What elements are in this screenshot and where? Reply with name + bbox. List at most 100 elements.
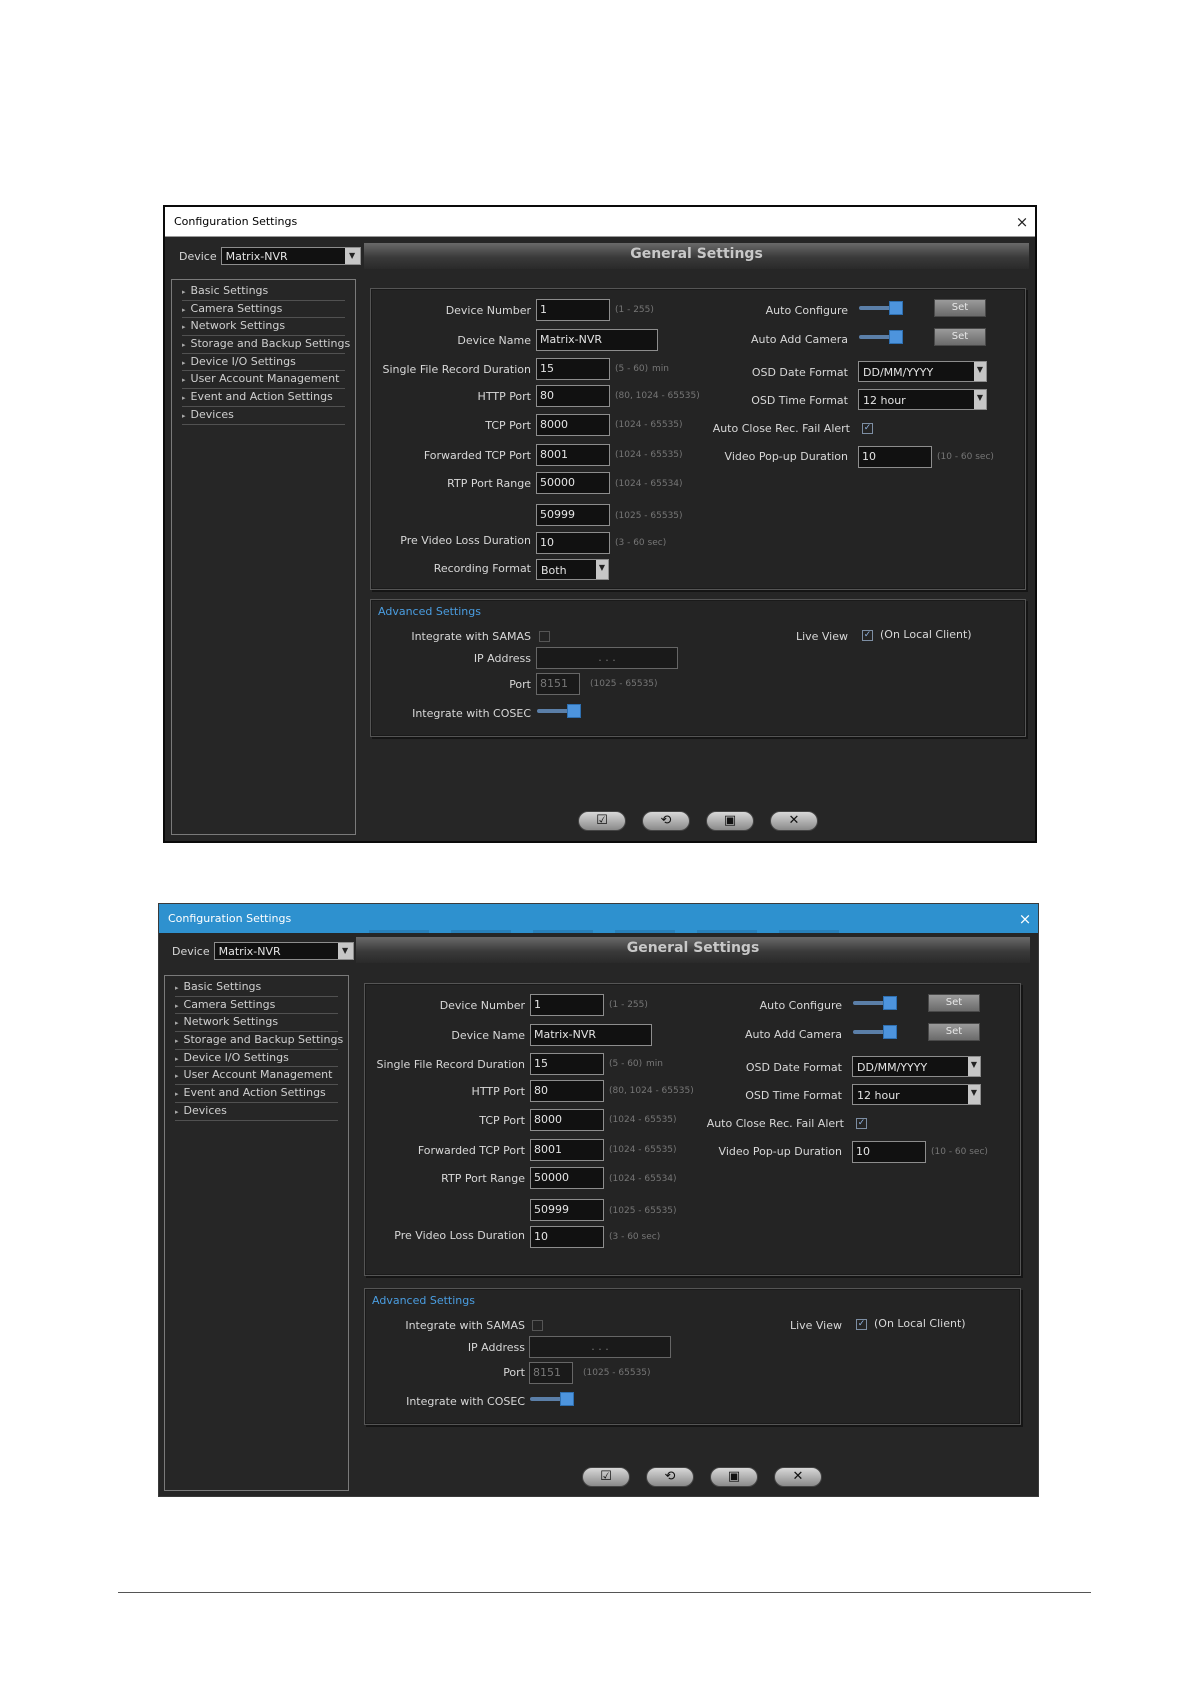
- nav-item-devices[interactable]: ▸ Devices: [175, 1103, 338, 1121]
- footer-divider: [118, 1592, 1091, 1593]
- nav-item-camera-settings[interactable]: ▸ Camera Settings: [182, 301, 345, 319]
- nav-item-devices[interactable]: ▸ Devices: [182, 407, 345, 425]
- close-icon[interactable]: ×: [1012, 910, 1038, 928]
- rtp-port-end-input[interactable]: 50999: [530, 1199, 604, 1221]
- device-name-input[interactable]: Matrix-NVR: [536, 329, 658, 351]
- device-name-input[interactable]: Matrix-NVR: [530, 1024, 652, 1046]
- osd-date-format-select[interactable]: DD/MM/YYYY ▼: [858, 361, 987, 382]
- chevron-down-icon[interactable]: ▼: [344, 248, 360, 264]
- auto-add-camera-toggle[interactable]: [853, 1025, 897, 1041]
- auto-configure-toggle[interactable]: [853, 996, 897, 1012]
- save-button[interactable]: ▣: [706, 811, 754, 831]
- nav-item-event-action[interactable]: ▸ Event and Action Settings: [182, 389, 345, 407]
- refresh-button[interactable]: ⟲: [646, 1467, 694, 1487]
- auto-add-camera-set-button[interactable]: Set: [928, 1023, 980, 1041]
- forwarded-tcp-port-input[interactable]: 8001: [536, 444, 610, 466]
- nav-item-basic-settings[interactable]: ▸ Basic Settings: [182, 283, 345, 301]
- nav-item-network-settings[interactable]: ▸ Network Settings: [182, 318, 345, 337]
- auto-configure-set-button[interactable]: Set: [928, 994, 980, 1012]
- osd-time-format-select[interactable]: 12 hour ▼: [858, 389, 987, 410]
- cancel-button[interactable]: ✕: [770, 811, 818, 831]
- nav-item-label: Basic Settings: [183, 980, 262, 993]
- osd-time-format-select[interactable]: 12 hour ▼: [852, 1084, 981, 1105]
- nav-item-user-account[interactable]: ▸ User Account Management: [182, 371, 345, 390]
- auto-configure-set-button[interactable]: Set: [934, 299, 986, 317]
- chevron-down-icon[interactable]: ▼: [968, 1057, 980, 1076]
- http-port-input[interactable]: 80: [530, 1080, 604, 1102]
- nav-item-device-io[interactable]: ▸ Device I/O Settings: [175, 1050, 338, 1068]
- device-name-label: Device Name: [451, 1029, 525, 1042]
- ip-address-input[interactable]: . . .: [536, 647, 678, 669]
- nav-item-camera-settings[interactable]: ▸ Camera Settings: [175, 997, 338, 1015]
- osd-date-format-value: DD/MM/YYYY: [863, 366, 934, 379]
- http-port-input[interactable]: 80: [536, 385, 610, 407]
- osd-date-format-select[interactable]: DD/MM/YYYY ▼: [852, 1056, 981, 1077]
- apply-button[interactable]: ☑: [578, 811, 626, 831]
- auto-configure-toggle[interactable]: [859, 301, 903, 317]
- integrate-samas-checkbox[interactable]: [532, 1320, 543, 1331]
- rtp-port-end-input[interactable]: 50999: [536, 504, 610, 526]
- video-popup-duration-input[interactable]: 10: [858, 446, 932, 468]
- chevron-down-icon[interactable]: ▼: [596, 560, 608, 579]
- nav-item-storage-backup[interactable]: ▸ Storage and Backup Settings: [182, 336, 350, 354]
- tcp-port-hint: (1024 - 65535): [609, 1115, 677, 1125]
- ip-address-input[interactable]: . . .: [529, 1336, 671, 1358]
- auto-close-alert-checkbox[interactable]: ✓: [862, 423, 873, 434]
- chevron-down-icon[interactable]: ▼: [974, 362, 986, 381]
- save-button[interactable]: ▣: [710, 1467, 758, 1487]
- pre-video-loss-label: Pre Video Loss Duration: [400, 534, 531, 547]
- integrate-cosec-label: Integrate with COSEC: [412, 707, 531, 720]
- nav-item-label: Camera Settings: [190, 301, 283, 315]
- forwarded-tcp-port-input[interactable]: 8001: [530, 1139, 604, 1161]
- tcp-port-input[interactable]: 8000: [536, 414, 610, 436]
- general-settings-panel: Device Number 1 (1 - 255) Device Name Ma…: [370, 288, 1026, 590]
- port-input[interactable]: 8151: [529, 1362, 573, 1384]
- nav-item-device-io[interactable]: ▸ Device I/O Settings: [182, 354, 345, 372]
- record-duration-input[interactable]: 15: [536, 358, 610, 380]
- forwarded-tcp-port-label: Forwarded TCP Port: [417, 1144, 525, 1157]
- chevron-down-icon[interactable]: ▼: [337, 943, 353, 959]
- device-select[interactable]: Matrix-NVR ▼: [213, 942, 354, 960]
- cancel-button[interactable]: ✕: [774, 1467, 822, 1487]
- device-number-input[interactable]: 1: [536, 299, 610, 321]
- rtp-port-start-input[interactable]: 50000: [530, 1167, 604, 1189]
- port-input[interactable]: 8151: [536, 673, 580, 695]
- integrate-samas-checkbox[interactable]: [539, 631, 550, 642]
- nav-item-event-action[interactable]: ▸ Event and Action Settings: [175, 1085, 338, 1103]
- refresh-button[interactable]: ⟲: [642, 811, 690, 831]
- record-duration-input[interactable]: 15: [530, 1053, 604, 1075]
- pre-video-loss-input[interactable]: 10: [536, 532, 610, 554]
- close-icon[interactable]: ×: [1009, 213, 1035, 231]
- osd-time-format-label: OSD Time Format: [751, 394, 848, 407]
- live-view-checkbox[interactable]: ✓: [856, 1319, 867, 1330]
- recording-format-select[interactable]: Both ▼: [536, 559, 609, 580]
- integrate-samas-label: Integrate with SAMAS: [411, 630, 531, 643]
- video-popup-duration-input[interactable]: 10: [852, 1141, 926, 1163]
- tcp-port-label: TCP Port: [479, 1114, 525, 1127]
- port-label: Port: [509, 678, 531, 691]
- pre-video-loss-input[interactable]: 10: [530, 1226, 604, 1248]
- auto-add-camera-toggle[interactable]: [859, 330, 903, 346]
- rtp-port-start-input[interactable]: 50000: [536, 472, 610, 494]
- device-number-input[interactable]: 1: [530, 994, 604, 1016]
- window-title: Configuration Settings: [174, 215, 298, 228]
- osd-time-format-value: 12 hour: [863, 394, 906, 407]
- chevron-down-icon[interactable]: ▼: [974, 390, 986, 409]
- nav-item-network-settings[interactable]: ▸ Network Settings: [175, 1014, 338, 1033]
- integrate-cosec-toggle[interactable]: [537, 704, 581, 720]
- live-view-checkbox[interactable]: ✓: [862, 630, 873, 641]
- nav-item-storage-backup[interactable]: ▸ Storage and Backup Settings: [175, 1032, 343, 1050]
- device-select[interactable]: Matrix-NVR ▼: [220, 247, 361, 265]
- apply-button[interactable]: ☑: [582, 1467, 630, 1487]
- tcp-port-input[interactable]: 8000: [530, 1109, 604, 1131]
- auto-add-camera-set-button[interactable]: Set: [934, 328, 986, 346]
- chevron-down-icon[interactable]: ▼: [968, 1085, 980, 1104]
- device-label: Device: [179, 249, 217, 263]
- advanced-settings-title: Advanced Settings: [372, 1294, 475, 1307]
- nav-item-basic-settings[interactable]: ▸ Basic Settings: [175, 979, 338, 997]
- integrate-cosec-toggle[interactable]: [530, 1392, 574, 1408]
- bullet-icon: ▸: [175, 1072, 179, 1081]
- record-duration-unit: min: [646, 1059, 663, 1069]
- nav-item-user-account[interactable]: ▸ User Account Management: [175, 1067, 338, 1086]
- auto-close-alert-checkbox[interactable]: ✓: [856, 1118, 867, 1129]
